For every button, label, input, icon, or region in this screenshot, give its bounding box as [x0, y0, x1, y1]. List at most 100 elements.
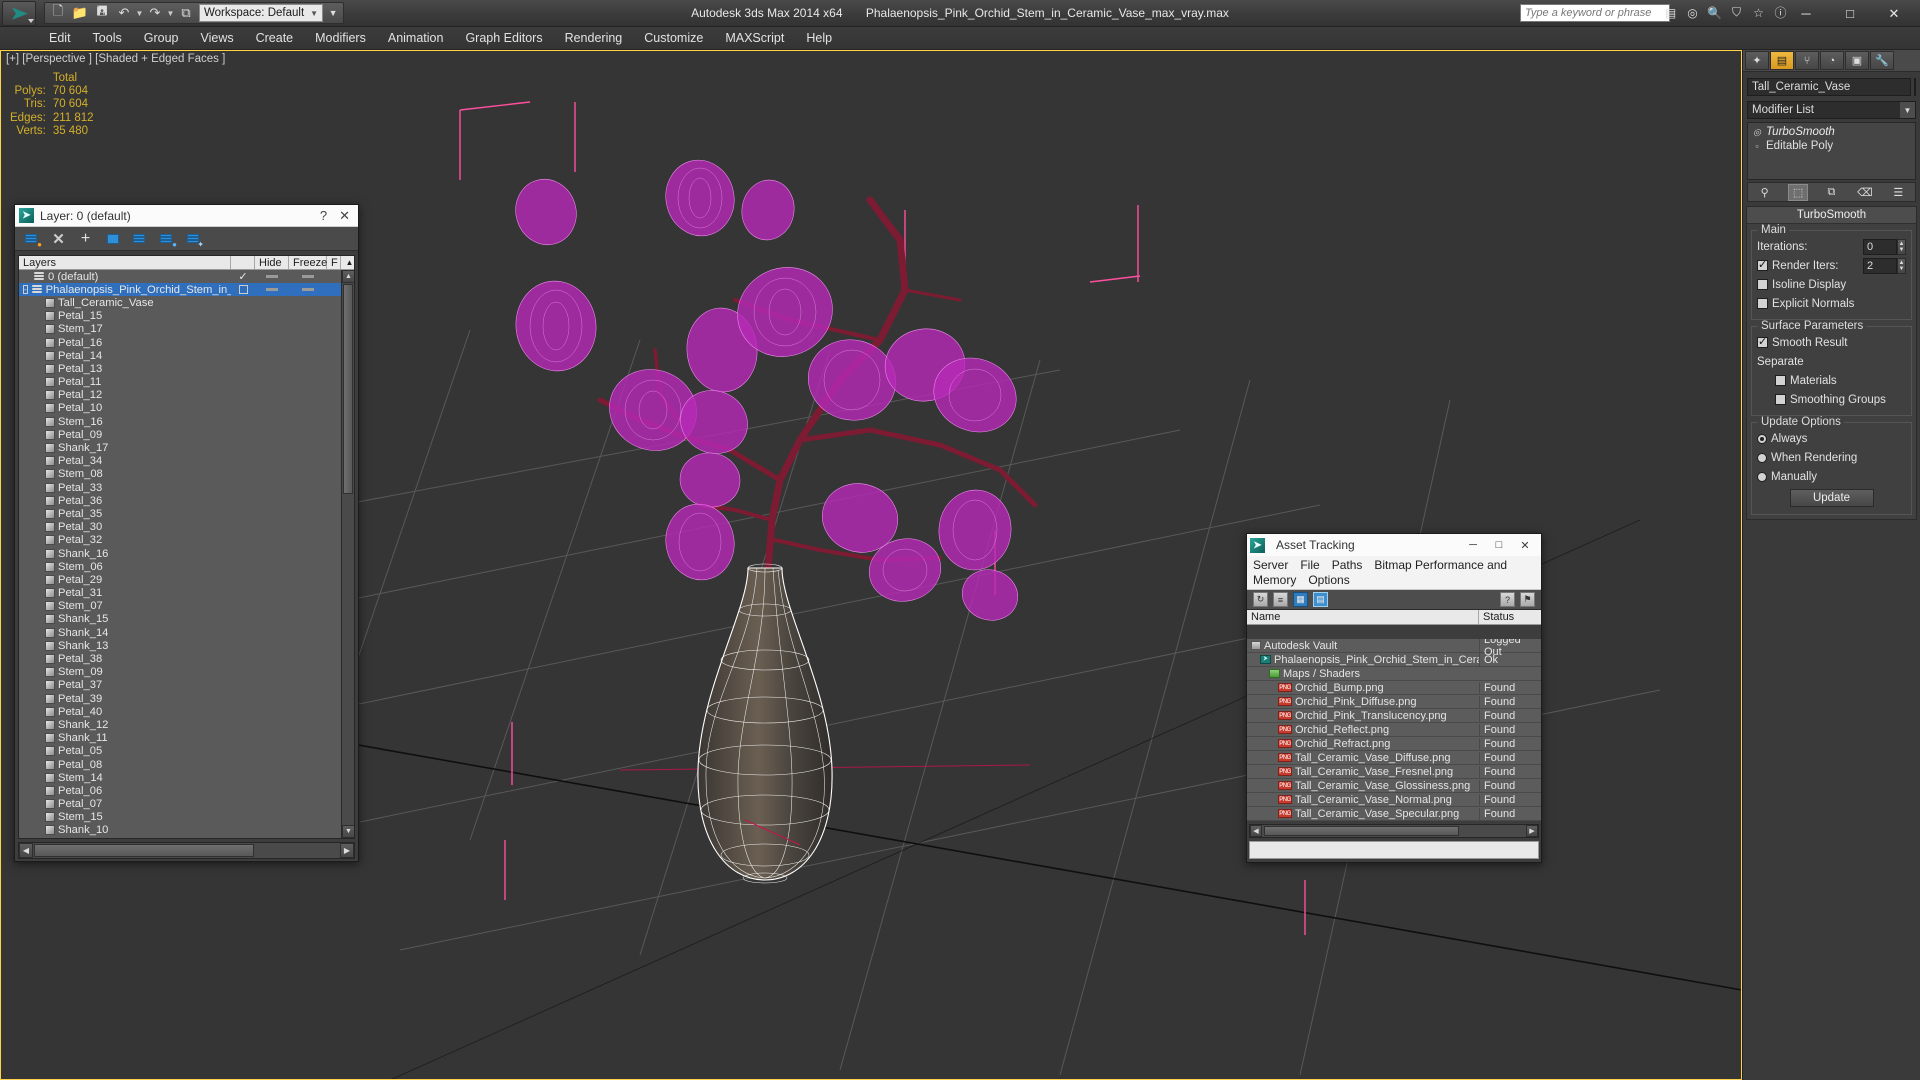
layer-row[interactable]: Stem_15 — [19, 811, 341, 824]
scroll-left-icon[interactable]: ◀ — [1250, 825, 1262, 837]
new-file-icon[interactable]: 🗋 — [47, 3, 69, 23]
layer-row[interactable]: Petal_31 — [19, 587, 341, 600]
app-menu-caret-icon[interactable] — [28, 18, 34, 23]
asset-row[interactable]: PNG Tall_Ceramic_Vase_Specular.png Found — [1247, 807, 1541, 821]
layer-freeze-cell[interactable] — [289, 288, 327, 292]
help-icon[interactable]: ? — [1500, 592, 1515, 607]
checkbox-empty-icon[interactable] — [238, 285, 248, 295]
close-icon[interactable]: ✕ — [339, 208, 350, 224]
scroll-thumb-horizontal[interactable] — [34, 844, 254, 857]
layer-row[interactable]: Shank_16 — [19, 547, 341, 560]
detail-view-icon[interactable]: ▤ — [1313, 592, 1328, 607]
layer-row[interactable]: Petal_12 — [19, 389, 341, 402]
asset-menu-paths[interactable]: Paths — [1332, 558, 1363, 572]
refresh-icon[interactable]: ↻ — [1253, 592, 1268, 607]
rollout-header[interactable]: TurboSmooth — [1747, 207, 1916, 224]
undo-icon[interactable]: ↶ — [113, 3, 135, 23]
asset-rows[interactable]: Autodesk Vault Logged Out ⮞ Phalaenopsis_Pi… — [1247, 639, 1541, 822]
close-button[interactable]: ✕ — [1872, 1, 1916, 27]
layer-row[interactable]: Petal_32 — [19, 534, 341, 547]
hierarchy-tab[interactable]: ⑂ — [1795, 51, 1819, 70]
search-input[interactable]: Type a keyword or phrase — [1520, 4, 1670, 22]
layer-row[interactable]: Tall_Ceramic_Vase — [19, 296, 341, 309]
asset-row[interactable]: PNG Tall_Ceramic_Vase_Diffuse.png Found — [1247, 751, 1541, 765]
asset-menu-file[interactable]: File — [1300, 558, 1319, 572]
remove-modifier-icon[interactable]: ⌫ — [1855, 184, 1875, 201]
set-current-layer-icon[interactable]: ● — [158, 230, 177, 249]
column-freeze[interactable]: Freeze — [289, 256, 327, 269]
layer-row[interactable]: Petal_40 — [19, 705, 341, 718]
column-status[interactable]: Status — [1479, 610, 1541, 624]
layer-row[interactable]: Stem_06 — [19, 560, 341, 573]
modifier-list-dropdown[interactable]: Modifier List ▼ — [1747, 101, 1916, 119]
asset-row[interactable]: PNG Orchid_Pink_Diffuse.png Found — [1247, 695, 1541, 709]
grid-view-icon[interactable]: ▦ — [1293, 592, 1308, 607]
column-current[interactable] — [231, 256, 255, 269]
smooth-result-checkbox[interactable] — [1757, 335, 1768, 348]
motion-tab[interactable]: ◔ — [1820, 51, 1844, 70]
update-always-row[interactable]: Always — [1757, 430, 1906, 447]
menu-customize[interactable]: Customize — [633, 28, 714, 48]
smoothing-groups-row[interactable]: Smoothing Groups — [1757, 391, 1906, 408]
layer-row[interactable]: Petal_15 — [19, 310, 341, 323]
column-layers[interactable]: Layers — [19, 256, 231, 269]
layer-row[interactable]: Shank_17 — [19, 441, 341, 454]
autodesk-360-icon[interactable]: ◎ — [1683, 3, 1702, 22]
layer-row[interactable]: Petal_30 — [19, 521, 341, 534]
menu-tools[interactable]: Tools — [82, 28, 133, 48]
layer-row[interactable]: Petal_33 — [19, 481, 341, 494]
scroll-up-icon[interactable]: ▲ — [342, 270, 354, 283]
asset-menu-options[interactable]: Options — [1308, 573, 1349, 587]
stack-bullet-icon[interactable]: ▫ — [1752, 141, 1762, 151]
layer-rows[interactable]: 0 (default) ✓ - Phalaenopsis_Pink_Orchid_St… — [19, 270, 341, 838]
object-color-swatch[interactable] — [1914, 78, 1916, 96]
modifier-stack[interactable]: ◎ TurboSmooth ▫ Editable Poly — [1747, 122, 1916, 180]
display-tab[interactable]: ▣ — [1845, 51, 1869, 70]
help-icon[interactable]: ? — [320, 208, 327, 224]
workspace-dropdown-icon[interactable]: ▼ — [325, 8, 341, 18]
scroll-left-icon[interactable]: ◀ — [19, 843, 33, 858]
layer-row[interactable]: Shank_13 — [19, 639, 341, 652]
column-name[interactable]: Name — [1247, 610, 1479, 624]
layer-current-cell[interactable]: ✓ — [231, 271, 255, 282]
menu-edit[interactable]: Edit — [38, 28, 82, 48]
menu-help[interactable]: Help — [795, 28, 843, 48]
materials-checkbox[interactable] — [1775, 375, 1786, 386]
explicit-normals-row[interactable]: Explicit Normals — [1757, 295, 1906, 312]
minimize-button[interactable]: ─ — [1460, 535, 1486, 556]
layer-freeze-cell[interactable] — [289, 275, 327, 279]
asset-row[interactable]: Maps / Shaders — [1247, 667, 1541, 681]
asset-row[interactable]: ⮞Phalaenopsis_Pink_Orchid_Stem_in_Cerami… — [1247, 653, 1541, 667]
menu-animation[interactable]: Animation — [377, 28, 455, 48]
iterations-input[interactable] — [1863, 238, 1897, 255]
maximize-button[interactable]: □ — [1828, 1, 1872, 27]
layer-row[interactable]: Petal_13 — [19, 362, 341, 375]
asset-menu-server[interactable]: Server — [1253, 558, 1288, 572]
layer-row[interactable]: 0 (default) ✓ — [19, 270, 341, 283]
render-iters-checkbox[interactable] — [1757, 258, 1768, 271]
lightbulb-icon[interactable]: ◎ — [1752, 127, 1762, 138]
asset-row[interactable]: PNG Orchid_Pink_Translucency.png Found — [1247, 709, 1541, 723]
add-selection-to-layer-icon[interactable]: + — [77, 230, 94, 247]
flag-icon[interactable]: ⚑ — [1520, 592, 1535, 607]
layer-current-cell[interactable] — [231, 285, 255, 295]
pin-stack-icon[interactable]: ⚲ — [1755, 184, 1775, 201]
isoline-display-row[interactable]: Isoline Display — [1757, 276, 1906, 293]
materials-row[interactable]: Materials — [1757, 372, 1906, 389]
layer-row[interactable]: Stem_08 — [19, 468, 341, 481]
configure-sets-icon[interactable]: ☰ — [1888, 184, 1908, 201]
layer-horizontal-scrollbar[interactable]: ◀ ▶ — [18, 842, 355, 859]
spinner-arrows-icon[interactable]: ▲ ▼ — [1897, 257, 1906, 274]
isoline-display-checkbox[interactable] — [1757, 279, 1768, 290]
modify-tab[interactable]: ▤ — [1770, 51, 1794, 70]
layer-row[interactable]: Shank_10 — [19, 824, 341, 837]
scroll-down-icon[interactable]: ▼ — [342, 825, 354, 838]
project-folder-icon[interactable]: ⧉ — [175, 3, 197, 23]
update-when-rendering-row[interactable]: When Rendering — [1757, 449, 1906, 466]
layer-dialog[interactable]: ➤ Layer: 0 (default) ? ✕ ● ✕ + ● ✦ Layer… — [14, 204, 359, 862]
smoothing-groups-checkbox[interactable] — [1775, 394, 1786, 405]
smooth-result-row[interactable]: Smooth Result — [1757, 334, 1906, 351]
layer-row[interactable]: Petal_35 — [19, 507, 341, 520]
close-button[interactable]: ✕ — [1512, 535, 1538, 556]
spinner-arrows-icon[interactable]: ▲ ▼ — [1897, 238, 1906, 255]
